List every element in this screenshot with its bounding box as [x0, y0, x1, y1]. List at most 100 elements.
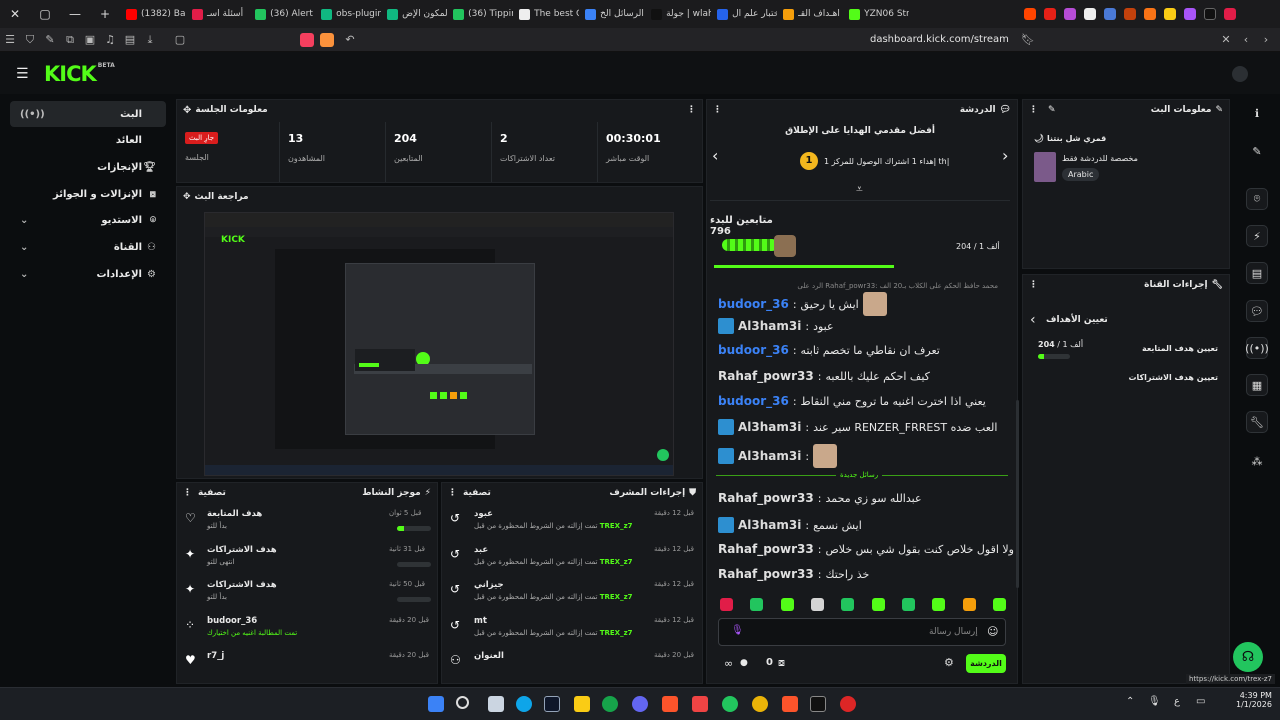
- send-chat-button[interactable]: الدردشة: [966, 654, 1006, 673]
- more-options-icon[interactable]: ⋮: [183, 488, 192, 498]
- emote-icon[interactable]: [992, 598, 1006, 611]
- chat-message[interactable]: Al3ham3i: سير عند RENZER_FRREST العب ضده: [718, 419, 1008, 435]
- nav-item[interactable]: ⌄ القناة ⚇: [10, 235, 166, 261]
- activity-row[interactable]: ♡ هدف المتابعة بدأ للتو قبل 5 ثوان: [177, 505, 437, 541]
- shield-icon[interactable]: ⛉: [20, 33, 40, 47]
- mod-action-actor[interactable]: TREX_z7: [600, 558, 633, 566]
- expand-icon[interactable]: ✥: [183, 192, 191, 202]
- more-options-icon[interactable]: ⋮: [713, 105, 722, 115]
- more-options-icon[interactable]: ⋮: [1029, 280, 1038, 290]
- mic-icon[interactable]: 🎙︎: [731, 625, 744, 636]
- chat-message[interactable]: Al3ham3i:: [718, 444, 1008, 468]
- steam-icon[interactable]: [544, 696, 560, 712]
- browser-tab[interactable]: اختبار علم ال: [711, 3, 777, 25]
- chevron-up-icon[interactable]: ⌃: [1126, 696, 1134, 707]
- help-headset-icon[interactable]: ☊: [1233, 642, 1263, 672]
- lightning-icon[interactable]: ⚡︎: [1246, 225, 1268, 247]
- menu-icon[interactable]: ☰: [16, 66, 29, 82]
- chat-message[interactable]: Al3ham3i: ايش نسمع: [718, 517, 1008, 533]
- music-icon[interactable]: ♫: [100, 33, 120, 46]
- chevron-left-icon[interactable]: ‹: [712, 146, 718, 165]
- chat-scrollbar[interactable]: [1016, 400, 1019, 588]
- task-view-icon[interactable]: [488, 696, 504, 712]
- emote-icon[interactable]: [750, 598, 764, 611]
- extension-icon[interactable]: [1141, 5, 1159, 23]
- activity-row[interactable]: ✦ هدف الاشتراكات انتهى للتو قبل 31 ثانية: [177, 541, 437, 577]
- url-text[interactable]: dashboard.kick.com/stream: [870, 34, 1009, 45]
- kick-logo[interactable]: KICK BETA: [44, 62, 115, 86]
- mod-action-actor[interactable]: TREX_z7: [600, 522, 633, 530]
- browser-tab[interactable]: جولة | wlah: [645, 3, 711, 25]
- discord-icon[interactable]: [632, 696, 648, 712]
- document-icon[interactable]: ▤: [1246, 262, 1268, 284]
- mic-icon[interactable]: 🎙︎: [1148, 696, 1161, 707]
- chat-username[interactable]: Al3ham3i: [738, 518, 801, 532]
- pencil-icon[interactable]: ✎: [1246, 140, 1268, 162]
- browser-tab[interactable]: The best C: [513, 3, 579, 25]
- more-options-icon[interactable]: ⋮: [448, 488, 457, 498]
- search-icon[interactable]: [456, 696, 469, 709]
- emote-icon[interactable]: [841, 598, 855, 611]
- info-icon[interactable]: ℹ︎: [1246, 102, 1268, 124]
- layout-icon[interactable]: ▦: [1246, 374, 1268, 396]
- browser-tab[interactable]: obs-plugin: [315, 3, 381, 25]
- clock[interactable]: 4:39 PM 1/1/2026: [1236, 691, 1272, 709]
- bookmark-icon[interactable]: 🔖︎: [1018, 33, 1038, 46]
- browser-tab[interactable]: YZN06 Stre: [843, 3, 909, 25]
- channel-action-item[interactable]: تعيين هدف المتابعة: [1034, 344, 1218, 353]
- camera-icon[interactable]: ⌾: [1246, 188, 1268, 210]
- browser-tab[interactable]: (1382) Bam: [120, 3, 186, 25]
- chat-username[interactable]: Al3ham3i: [738, 420, 801, 434]
- broadcast-icon[interactable]: ((•)): [1245, 337, 1269, 359]
- emote-icon[interactable]: [871, 598, 885, 611]
- mod-action-row[interactable]: ↺ جيزاني TREX_z7 تمت إزالته من الشروط المح…: [442, 576, 702, 612]
- shield-badge-icon[interactable]: [300, 32, 314, 47]
- network-icon[interactable]: ▭: [1196, 696, 1205, 707]
- screenshot-icon[interactable]: ⧉: [60, 33, 80, 47]
- filter-button[interactable]: تصفية: [198, 488, 226, 498]
- more-options-icon[interactable]: ⋮: [687, 105, 696, 115]
- nav-item[interactable]: ⌄ الاستديو ⌾: [10, 208, 166, 234]
- extension-icon[interactable]: [1061, 5, 1079, 23]
- obs-icon[interactable]: [840, 696, 856, 712]
- extension-icon[interactable]: [1121, 5, 1139, 23]
- chat-message[interactable]: budoor_36: تعرف ان نقاطي ما تخصم ثابته: [718, 343, 1008, 357]
- file-explorer-icon[interactable]: [574, 696, 590, 712]
- tiktok-icon[interactable]: [1201, 5, 1219, 23]
- nav-item[interactable]: ⌄ الإعدادات ⚙︎: [10, 261, 166, 287]
- brave-icon[interactable]: [662, 696, 678, 712]
- edit-icon[interactable]: ✎: [1048, 105, 1056, 115]
- extension-icon[interactable]: [1101, 5, 1119, 23]
- close-icon[interactable]: ✕: [1216, 33, 1236, 46]
- mod-action-actor[interactable]: TREX_z7: [600, 593, 633, 601]
- nav-item[interactable]: الإنزالات و الجوائز ⧇: [10, 181, 166, 207]
- forward-icon[interactable]: ›: [1256, 33, 1276, 46]
- tab-view-icon[interactable]: ▢: [170, 33, 190, 46]
- chat-username[interactable]: budoor_36: [718, 394, 789, 408]
- reader-icon[interactable]: ▣: [80, 33, 100, 46]
- browser-tab[interactable]: (36) Tippin: [447, 3, 513, 25]
- emote-icon[interactable]: [962, 598, 976, 611]
- nav-item[interactable]: ((•)) البث: [10, 101, 166, 127]
- gear-icon[interactable]: ⚙︎: [944, 656, 954, 669]
- mod-action-row[interactable]: ↺ عبود TREX_z7 تمت إزالته من الشروط المحظو…: [442, 505, 702, 541]
- mod-action-row[interactable]: ↺ عبد TREX_z7 تمت إزالته من الشروط المحظور…: [442, 541, 702, 577]
- close-window-icon[interactable]: ✕: [0, 7, 30, 21]
- browser-tab[interactable]: المكون الإض: [381, 3, 447, 25]
- chat-icon[interactable]: 💬︎: [1246, 300, 1268, 322]
- activity-row[interactable]: ✦ هدف الاشتراكات بدأ للتو قبل 50 ثانية: [177, 576, 437, 612]
- edge-icon[interactable]: [516, 696, 532, 712]
- chat-username[interactable]: Rahaf_powr33: [718, 542, 814, 556]
- chat-message[interactable]: Rahaf_powr33: خذ راحتك: [718, 567, 1008, 581]
- mod-action-row[interactable]: ⚇ العنوان قبل 20 دقيقة: [442, 647, 702, 683]
- mod-action-actor[interactable]: TREX_z7: [600, 629, 633, 637]
- channel-action-item[interactable]: تعيين هدف الاشتراكات: [1034, 373, 1218, 382]
- chat-username[interactable]: Rahaf_powr33: [718, 369, 814, 383]
- chevron-left-icon[interactable]: ‹: [1030, 312, 1036, 328]
- chat-message[interactable]: budoor_36: ايش يا رحيق: [718, 292, 1008, 316]
- youtube-icon[interactable]: [1041, 5, 1059, 23]
- app-icon[interactable]: [692, 696, 708, 712]
- rewards-icon[interactable]: [320, 32, 334, 47]
- chat-message[interactable]: Al3ham3i: عبود: [718, 318, 1008, 334]
- gift-icon[interactable]: ⧇: [778, 656, 785, 670]
